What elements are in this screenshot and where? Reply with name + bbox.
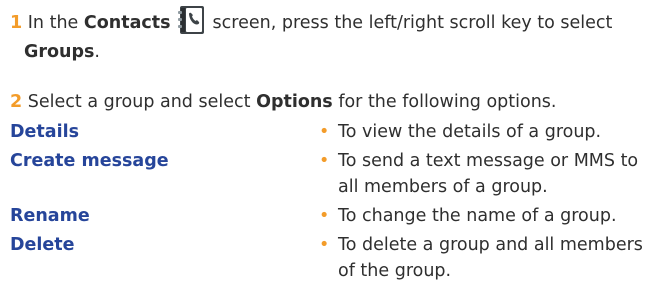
option-row-create-message: Create message • To send a text message … <box>10 147 650 202</box>
option-description: To send a text message or MMS to all mem… <box>338 151 639 197</box>
bullet-icon: • <box>319 235 330 255</box>
contacts-phonebook-icon <box>177 5 207 35</box>
end-punctuation: . <box>94 42 100 62</box>
option-description: To delete a group and all members of the… <box>338 235 643 281</box>
step-1: 1 In the Contacts screen, press the left… <box>10 5 650 67</box>
contacts-label: Contacts <box>83 13 171 33</box>
step-text: In the <box>27 13 79 33</box>
option-row-rename: Rename • To change the name of a group. <box>10 202 650 231</box>
option-term: Details <box>10 122 79 142</box>
option-row-details: Details • To view the details of a group… <box>10 118 650 147</box>
options-label: Options <box>256 92 333 112</box>
step-number: 2 <box>10 92 23 112</box>
bullet-icon: • <box>319 122 330 142</box>
step-text-continued: for the following options. <box>338 92 557 112</box>
option-description: To change the name of a group. <box>338 206 617 226</box>
option-term: Create message <box>10 151 169 171</box>
document-page: { "step1": { "number": "1", "text_before… <box>0 0 656 281</box>
option-description: To view the details of a group. <box>338 122 602 142</box>
step-number: 1 <box>10 13 23 33</box>
bullet-icon: • <box>319 206 330 226</box>
groups-label: Groups <box>24 42 95 62</box>
step-1-line-2: Groups. <box>10 38 650 67</box>
step-text-continued: screen, press the left/right scroll key … <box>212 13 613 33</box>
option-row-delete: Delete • To delete a group and all membe… <box>10 231 650 281</box>
step-text: Select a group and select <box>27 92 251 112</box>
step-2: 2 Select a group and select Options for … <box>10 88 650 117</box>
bullet-icon: • <box>319 151 330 171</box>
options-list: Details • To view the details of a group… <box>10 118 650 281</box>
option-term: Rename <box>10 206 90 226</box>
option-term: Delete <box>10 235 75 255</box>
